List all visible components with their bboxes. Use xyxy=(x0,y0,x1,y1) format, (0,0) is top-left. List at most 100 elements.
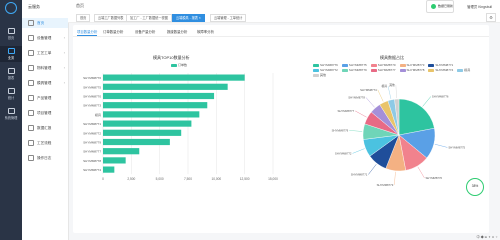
analysis-tab[interactable]: 故障率分析 xyxy=(197,29,214,34)
x-tick-label: 7,500 xyxy=(184,177,192,181)
bar[interactable] xyxy=(103,129,182,136)
rail-item[interactable]: 业务 xyxy=(0,46,22,62)
pie-label: SHYMM8776 xyxy=(432,94,449,98)
page-tab[interactable]: 首页 xyxy=(76,14,91,22)
y-tick-label: 模具 xyxy=(95,112,101,117)
legend-swatch xyxy=(428,68,435,72)
bar[interactable] xyxy=(103,148,140,155)
bar[interactable] xyxy=(103,120,192,127)
y-tick-label: SHYMM8775 xyxy=(83,85,101,89)
bar-chart: 0 2,500 5,000 7,500 10,000 12,500 15,000 SHYMM8… xyxy=(83,73,278,181)
rail-item[interactable]: 报表 xyxy=(0,66,22,82)
app-logo xyxy=(5,2,17,14)
bar[interactable] xyxy=(103,83,228,90)
y-tick-label: SHYMM8773 xyxy=(83,104,101,108)
page-tab[interactable]: 云端模具 - 报表 × xyxy=(172,14,205,22)
y-tick-label: SHYMM8778 xyxy=(83,159,101,163)
sidebar-item[interactable]: 工艺工单 › xyxy=(22,48,68,58)
progress-badge[interactable]: 38% xyxy=(466,178,484,196)
rail-icon xyxy=(7,68,15,74)
sub-tabs: 项目数量分析 订单数量分析 设备产量分析 报废数量分析 故障率分析 xyxy=(73,27,489,37)
sidebar-item[interactable]: 产品管理 xyxy=(22,93,68,103)
pie-label-line xyxy=(365,97,375,108)
ime-toolbar[interactable]: 中 ◆ ⊞ ✦ ⊡ ✧ xyxy=(477,234,499,239)
y-tick-label: SHYMM8779 xyxy=(83,141,101,145)
chevron-right-icon: › xyxy=(63,36,65,40)
analysis-tab[interactable]: 订单数量分析 xyxy=(103,29,123,34)
pie-label: SHYMM8773 xyxy=(377,183,394,187)
pie-label: SHYMM8779 xyxy=(332,128,349,132)
sidebar-item[interactable]: 首页 xyxy=(22,18,68,28)
sidebar-item[interactable]: 数据汇报 xyxy=(22,123,68,133)
bar[interactable] xyxy=(103,157,126,164)
analysis-tab[interactable]: 报废数量分析 xyxy=(167,29,187,34)
bar[interactable] xyxy=(103,111,200,118)
rail-item-label: 系统管理 xyxy=(4,116,18,120)
pie-legend-item[interactable]: SHYMM8779 xyxy=(341,68,367,73)
y-tick-label: SHYMM8774 xyxy=(83,168,101,172)
pie-legend-label: 模具 xyxy=(464,68,471,72)
sidebar-item[interactable]: 物料管理 › xyxy=(22,63,68,73)
pie-legend-item[interactable]: 模具 xyxy=(457,68,470,73)
sidebar-item[interactable]: 设备管理 › xyxy=(22,33,68,43)
chevron-right-icon: › xyxy=(63,51,65,55)
bar-legend-label: 订单数 xyxy=(178,63,188,67)
page-tab[interactable]: 加工厂 - 工厂数据统一视图 xyxy=(126,14,172,22)
pie-label: SHYMM8770 xyxy=(425,176,442,180)
rail-icon xyxy=(7,28,15,34)
sidebar-item-label: 首页 xyxy=(37,21,45,25)
success-icon xyxy=(431,4,436,9)
chevron-right-icon: › xyxy=(63,66,65,70)
page-title: 首页 xyxy=(76,3,84,8)
bar[interactable] xyxy=(103,102,208,109)
page-tab[interactable]: 云端工厂数据列表 xyxy=(94,14,128,22)
pie-label: SHYMM8777 xyxy=(338,109,355,113)
sidebar-item-label: 操作日志 xyxy=(37,156,52,160)
rail-item[interactable]: 统计 xyxy=(0,86,22,102)
pie-label: SHYMM8778 xyxy=(348,95,365,99)
bar-legend: 订单数 xyxy=(171,63,191,67)
analysis-tab[interactable]: 设备产量分析 xyxy=(135,29,155,34)
pie-legend-item[interactable]: SHYMM8778 xyxy=(399,68,424,73)
legend-swatch xyxy=(370,68,377,72)
pie-legend-item[interactable]: SHYMM8774 xyxy=(428,68,453,73)
bar[interactable] xyxy=(103,138,170,146)
pie-chart-title: 模具数据占比 xyxy=(380,55,404,60)
y-tick-label: SHYMM8777 xyxy=(83,150,101,154)
legend-swatch xyxy=(313,68,319,72)
rail-item[interactable]: 首页 xyxy=(0,26,22,42)
pie-legend-label: SHYMM8771 xyxy=(435,63,454,67)
pie-label-line xyxy=(434,144,448,148)
pie-legend-label: SHYMM8770 xyxy=(377,63,396,67)
sidebar-item[interactable]: 模具管理 › xyxy=(22,78,68,88)
pie-legend-item[interactable]: SHYMM8777 xyxy=(370,68,396,73)
sidebar-item[interactable]: 操作日志 xyxy=(22,153,68,163)
toast-text: 数据已刷新 xyxy=(438,4,454,8)
sidebar-item[interactable]: 工艺流程 xyxy=(22,138,68,148)
menu-icon xyxy=(28,125,34,132)
y-tick-label: SHYMM8772 xyxy=(83,131,101,135)
sidebar-item-label: 工艺工单 xyxy=(37,51,52,55)
pie-label: SHYMM8771 xyxy=(351,173,368,177)
x-tick-label: 10,000 xyxy=(211,177,221,181)
page-tab[interactable]: 云端管理 - 工单统计 xyxy=(210,14,247,22)
pie-label-line xyxy=(394,171,396,185)
user-menu[interactable]: 管理员 Kingsbull xyxy=(467,4,492,9)
pie-label-line xyxy=(387,86,392,99)
page-tabs: 首页 云端工厂数据列表 加工厂 - 工厂数据统一视图 云端模具 - 报表 × 云端管理 … xyxy=(68,12,500,23)
analysis-tab[interactable]: 项目数量分析 xyxy=(77,29,98,36)
sidebar-item-label: 项目管理 xyxy=(37,111,52,115)
gear-icon[interactable]: ⚙ xyxy=(486,13,496,22)
legend-swatch xyxy=(399,63,406,67)
rail-item[interactable]: 系统管理 xyxy=(0,106,22,122)
pie-label: SHYMM8772 xyxy=(335,151,352,155)
bar[interactable] xyxy=(103,92,215,100)
sidebar-item[interactable]: 项目管理 xyxy=(22,108,68,118)
rail-item-label: 报表 xyxy=(7,76,15,80)
bar[interactable] xyxy=(103,74,245,81)
legend-swatch xyxy=(428,63,435,67)
bar-legend-item[interactable]: 订单数 xyxy=(171,63,187,67)
pie-label-line xyxy=(417,166,425,179)
bar[interactable] xyxy=(103,166,115,173)
menu-icon xyxy=(28,80,34,87)
